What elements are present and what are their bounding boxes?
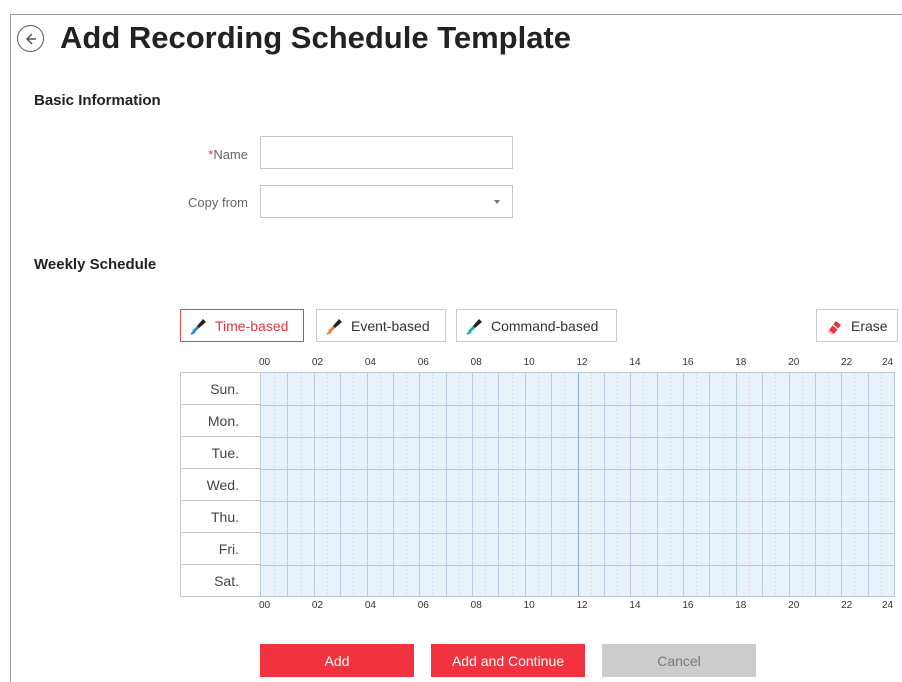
erase-label: Erase xyxy=(851,317,888,334)
hour-label-top-20: 20 xyxy=(788,357,800,368)
day-label-wed: Wed. xyxy=(181,468,261,500)
name-input[interactable] xyxy=(260,136,513,169)
timeline-gridlines xyxy=(261,373,894,596)
copy-from-label: Copy from xyxy=(188,195,248,210)
brush-blue-icon xyxy=(189,316,209,336)
add-and-continue-button[interactable]: Add and Continue xyxy=(431,644,585,677)
hour-label-top-16: 16 xyxy=(682,357,694,368)
day-label-mon: Mon. xyxy=(181,404,261,436)
hour-label-top-22: 22 xyxy=(841,357,853,368)
hour-label-bottom-10: 10 xyxy=(523,600,535,611)
brush-teal-icon xyxy=(465,316,485,336)
command-based-label: Command-based xyxy=(491,317,599,334)
time-based-button[interactable]: Time-based xyxy=(180,309,304,342)
page-title: Add Recording Schedule Template xyxy=(60,20,572,55)
time-based-label: Time-based xyxy=(215,317,289,334)
hour-label-top-08: 08 xyxy=(470,357,482,368)
hour-label-top-12: 12 xyxy=(576,357,588,368)
hour-label-bottom-00: 00 xyxy=(259,600,271,611)
day-label-tue: Tue. xyxy=(181,436,261,468)
hour-label-bottom-02: 02 xyxy=(311,600,324,611)
add-button[interactable]: Add xyxy=(260,644,414,677)
hour-label-bottom-22: 22 xyxy=(841,600,853,611)
hour-label-top-18: 18 xyxy=(735,357,747,368)
day-label-thu: Thu. xyxy=(181,500,261,532)
hour-label-top-02: 02 xyxy=(311,357,324,368)
hour-label-top-14: 14 xyxy=(629,357,641,368)
name-label-text: Name xyxy=(213,147,248,162)
basic-info-heading: Basic Information xyxy=(34,92,161,109)
event-based-label: Event-based xyxy=(351,317,430,334)
hour-label-bottom-16: 16 xyxy=(682,600,694,611)
day-label-sun: Sun. xyxy=(181,372,261,404)
brush-orange-icon xyxy=(325,316,345,336)
hour-label-bottom-18: 18 xyxy=(735,600,747,611)
eraser-icon xyxy=(825,316,845,336)
cancel-button[interactable]: Cancel xyxy=(602,644,756,677)
weekly-schedule-heading: Weekly Schedule xyxy=(34,256,157,273)
hour-label-bottom-12: 12 xyxy=(576,600,588,611)
day-label-sat: Sat. xyxy=(181,564,261,597)
hour-label-top-04: 04 xyxy=(364,357,376,368)
hour-label-bottom-20: 20 xyxy=(788,600,800,611)
event-based-button[interactable]: Event-based xyxy=(316,309,446,342)
hour-label-bottom-14: 14 xyxy=(629,600,641,611)
day-label-fri: Fri. xyxy=(181,532,261,564)
hour-label-top-24: 24 xyxy=(882,357,894,368)
hour-label-top-00: 00 xyxy=(259,357,271,368)
day-column: Sun. Mon. Tue. Wed. Thu. Fri. Sat. xyxy=(180,372,261,597)
erase-button[interactable]: Erase xyxy=(816,309,898,342)
hour-label-top-10: 10 xyxy=(523,357,535,368)
hour-label-top-06: 06 xyxy=(417,357,429,368)
name-label: *Name xyxy=(128,147,248,162)
hour-label-bottom-04: 04 xyxy=(364,600,376,611)
hour-label-bottom-08: 08 xyxy=(470,600,482,611)
back-arrow-icon[interactable] xyxy=(17,25,44,52)
hour-label-bottom-06: 06 xyxy=(417,600,429,611)
command-based-button[interactable]: Command-based xyxy=(456,309,617,342)
hour-label-bottom-24: 24 xyxy=(882,600,894,611)
weekly-schedule-grid: Sun. Mon. Tue. Wed. Thu. Fri. Sat. xyxy=(180,372,895,597)
chevron-down-icon xyxy=(494,200,500,204)
schedule-timeline[interactable] xyxy=(260,372,895,597)
copy-from-select[interactable] xyxy=(260,185,513,218)
